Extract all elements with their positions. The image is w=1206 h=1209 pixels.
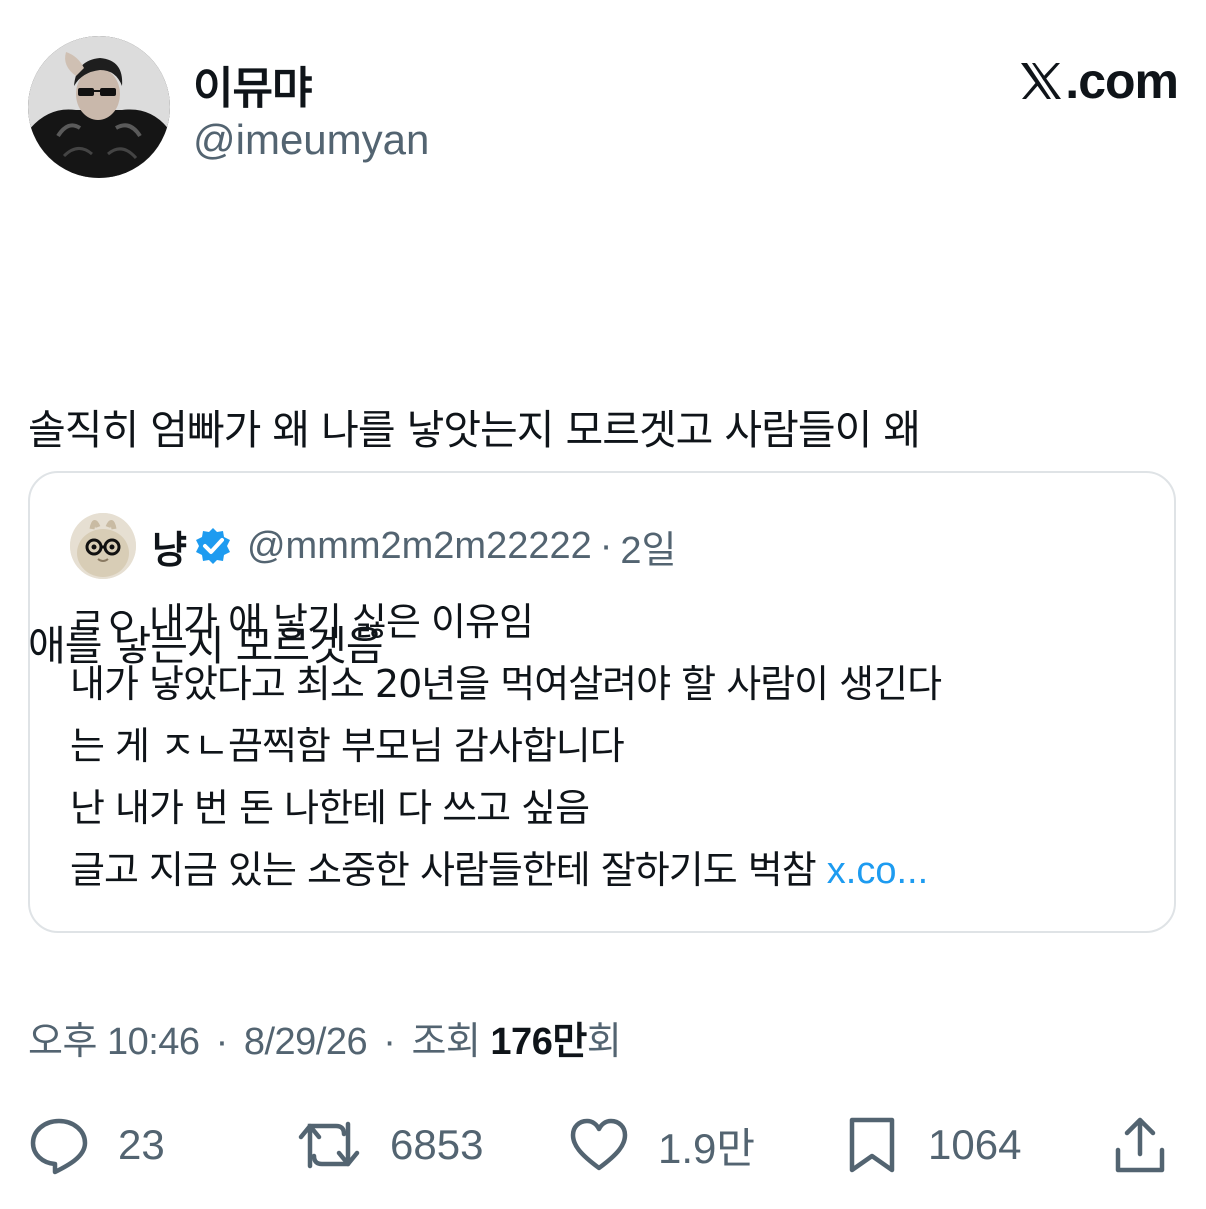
reply-count: 23: [118, 1121, 165, 1168]
repost-button[interactable]: 6853: [296, 1110, 483, 1180]
share-button[interactable]: [1112, 1110, 1168, 1180]
header-separator: ·: [599, 524, 613, 567]
quoted-tweet-card[interactable]: 냥 @mmm2m2m22222 · 2일 ㄹㅇ 내가 애 낳기 싫은 이유임 내…: [28, 471, 1176, 933]
author-display-name[interactable]: 이뮤먀: [193, 52, 312, 116]
quoted-tweet-text: ㄹㅇ 내가 애 낳기 싫은 이유임 내가 낳았다고 최소 20년을 먹여살려야 …: [70, 591, 1150, 902]
quoted-line: 내가 낳았다고 최소 20년을 먹여살려야 할 사람이 생긴다: [70, 662, 942, 706]
bookmark-button[interactable]: 1064: [844, 1110, 1021, 1180]
quoted-author-avatar[interactable]: [70, 513, 136, 579]
quoted-author-handle[interactable]: @mmm2m2m22222: [247, 525, 592, 568]
bookmark-icon: [849, 1117, 895, 1173]
quoted-author-name[interactable]: 냥: [152, 519, 187, 574]
like-count: 1.9만: [658, 1124, 756, 1172]
x-brand: .com: [1019, 52, 1179, 110]
x-logo-icon: [1021, 63, 1062, 99]
quoted-timestamp[interactable]: 2일: [620, 519, 676, 574]
views-count[interactable]: 176만: [490, 1021, 587, 1063]
share-icon: [1115, 1117, 1165, 1173]
tweet-meta: 오후 10:46 · 8/29/26 · 조회 176만회: [28, 1010, 622, 1065]
meta-separator: ·: [383, 1021, 396, 1063]
brand-domain: .com: [1065, 53, 1179, 109]
reply-button[interactable]: 23: [28, 1110, 165, 1180]
quoted-line: 난 내가 번 돈 나한테 다 쓰고 싶음: [70, 786, 590, 830]
reply-icon: [30, 1118, 88, 1175]
post-time[interactable]: 오후 10:46: [28, 1021, 200, 1063]
like-button[interactable]: 1.9만: [568, 1110, 755, 1180]
quoted-line: ㄹㅇ 내가 애 낳기 싫은 이유임: [70, 600, 534, 644]
quoted-tweet-header: 냥 @mmm2m2m22222 · 2일: [70, 513, 677, 579]
post-date[interactable]: 8/29/26: [244, 1021, 368, 1063]
quoted-line-text: 글고 지금 있는 소중한 사람들한테 잘하기도 벅참: [70, 848, 817, 892]
views-label: 조회: [411, 1021, 481, 1063]
action-bar: 23 6853 1.9만 1064: [28, 1110, 1178, 1180]
author-handle[interactable]: @imeumyan: [193, 116, 429, 164]
repost-icon: [298, 1121, 360, 1169]
quoted-line-last: 글고 지금 있는 소중한 사람들한테 잘하기도 벅참 x.co...: [70, 839, 1150, 902]
verified-badge-icon: [193, 526, 233, 566]
tweet-header: 이뮤먀 @imeumyan .com: [28, 36, 1179, 186]
tweet-line: 솔직히 엄빠가 왜 나를 낳앗는지 모르겟고 사람들이 왜: [28, 406, 921, 454]
author-avatar[interactable]: [28, 36, 170, 178]
repost-count: 6853: [390, 1121, 484, 1168]
bookmark-count: 1064: [928, 1121, 1022, 1168]
show-more-link[interactable]: x.co...: [827, 850, 928, 892]
heart-icon: [570, 1118, 628, 1171]
quoted-line: 는 게 ㅈㄴ끔찍함 부모님 감사합니다: [70, 724, 625, 768]
views-suffix: 회: [586, 1021, 622, 1063]
meta-separator: ·: [215, 1021, 229, 1063]
